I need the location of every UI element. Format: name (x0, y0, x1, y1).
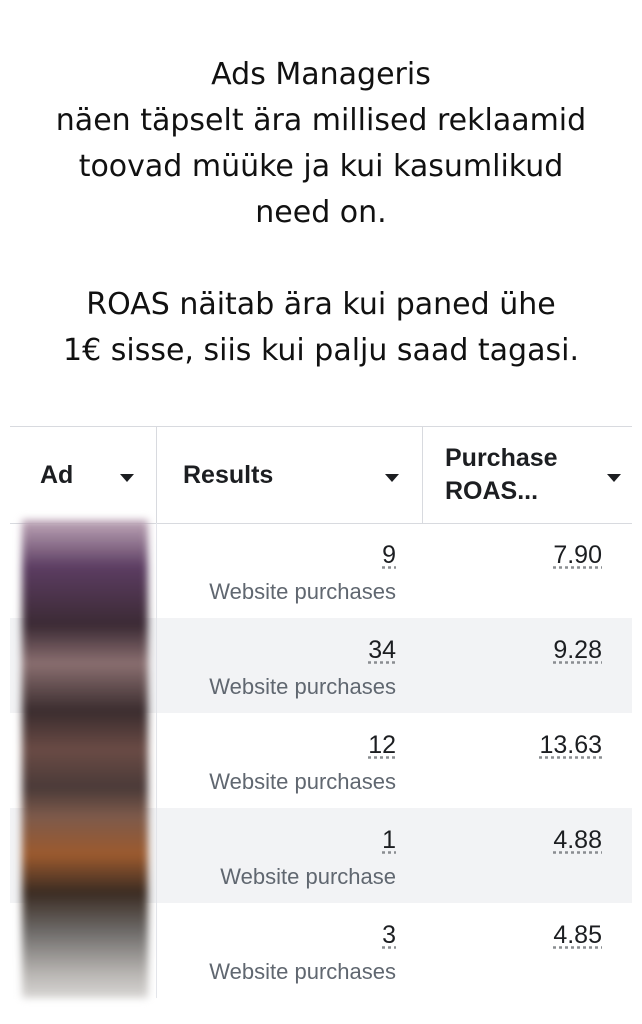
caption-line: 1€ sisse, siis kui palju saad tagasi. (63, 333, 579, 368)
column-divider (156, 808, 157, 903)
column-header-label-line: ROAS... (445, 477, 539, 505)
caption-line: näen täpselt ära millised reklaamid (55, 103, 587, 138)
results-label: Website purchase (220, 864, 396, 889)
column-header-label: Ad (40, 460, 74, 489)
results-value[interactable]: 12 (368, 731, 396, 760)
results-value[interactable]: 34 (368, 636, 396, 665)
roas-value[interactable]: 4.85 (553, 921, 602, 950)
caption-line: ROAS näitab ära kui paned ühe (86, 287, 556, 322)
results-label: Website purchases (209, 579, 396, 604)
roas-value[interactable]: 9.28 (553, 636, 602, 665)
column-header-label-line: Purchase (445, 444, 558, 472)
results-value[interactable]: 3 (382, 921, 396, 950)
caret-down-icon[interactable] (607, 474, 621, 482)
roas-value[interactable]: 7.90 (553, 541, 602, 570)
column-header-label: Results (183, 460, 274, 489)
roas-value[interactable]: 13.63 (539, 731, 602, 760)
column-header-purchase-roas[interactable]: Purchase ROAS... (422, 427, 632, 523)
caret-down-icon[interactable] (120, 474, 134, 482)
column-divider (156, 903, 157, 998)
results-value[interactable]: 1 (382, 826, 396, 855)
results-label: Website purchases (209, 959, 396, 984)
column-header-ad[interactable]: Ad (10, 427, 155, 523)
blurred-ad-thumbnails[interactable] (22, 520, 148, 998)
column-header-results[interactable]: Results (156, 427, 421, 523)
caption-line: need on. (255, 195, 387, 230)
ads-results-table: Ad Results Purchase ROAS... 9 Website pu… (10, 426, 632, 1004)
results-label: Website purchases (209, 674, 396, 699)
caption-line: Ads Manageris (211, 57, 431, 92)
caption-line: toovad müüke ja kui kasumlikud (78, 149, 564, 184)
roas-value[interactable]: 4.88 (553, 826, 602, 855)
column-header-label: Purchase ROAS... (445, 442, 558, 508)
column-divider (156, 618, 157, 713)
caret-down-icon[interactable] (385, 474, 399, 482)
column-divider (156, 523, 157, 618)
results-value[interactable]: 9 (382, 541, 396, 570)
caption-roas-explanation: ROAS näitab ära kui paned ühe 1€ sisse, … (0, 282, 642, 374)
column-divider (156, 713, 157, 808)
results-label: Website purchases (209, 769, 396, 794)
table-header: Ad Results Purchase ROAS... (10, 426, 632, 524)
caption-intro: Ads Manageris näen täpselt ära millised … (0, 52, 642, 236)
